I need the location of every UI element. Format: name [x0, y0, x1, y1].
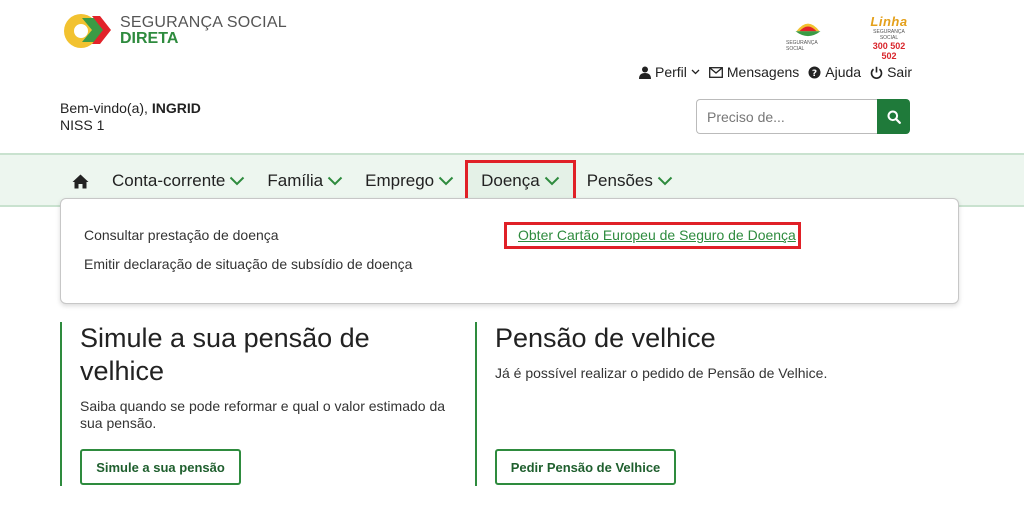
card-text: Já é possível realizar o pedido de Pensã…: [495, 365, 828, 381]
help-link[interactable]: ? Ajuda: [808, 64, 861, 80]
logo-title: SEGURANÇA SOCIAL: [120, 14, 287, 31]
niss-number: NISS 1: [60, 117, 105, 133]
linha-seguranca-social: Linha SEGURANÇA SOCIAL 300 502 502: [864, 14, 914, 61]
nav-label: Família: [267, 171, 324, 190]
nav-item-doenca[interactable]: Doença: [465, 160, 576, 202]
svg-text:?: ?: [812, 69, 817, 79]
chevron-down-icon: [657, 176, 673, 186]
help-icon: ?: [808, 66, 821, 79]
user-icon: [638, 66, 651, 79]
emblem-icon: [795, 23, 821, 37]
nav-label: Pensões: [586, 171, 653, 190]
messages-link[interactable]: Mensagens: [708, 64, 800, 80]
logout-label: Sair: [887, 64, 912, 80]
user-menu: Perfil Mensagens ? Ajuda Sair: [638, 64, 912, 80]
user-name: INGRID: [151, 100, 201, 116]
link-emitir-declaracao-subsidio[interactable]: Emitir declaração de situação de subsídi…: [84, 256, 412, 272]
logo-subtitle: DIRETA: [120, 30, 179, 47]
main-nav: Conta-corrente Família Emprego Doença Pe…: [62, 160, 684, 202]
nav-label: Emprego: [365, 171, 435, 190]
pedir-pensao-velhice-button[interactable]: Pedir Pensão de Velhice: [495, 449, 676, 485]
logo-icon: [60, 10, 112, 52]
profile-label: Perfil: [654, 64, 687, 80]
nav-item-familia[interactable]: Família: [256, 161, 354, 201]
card-text: Saiba quando se pode reformar e qual o v…: [80, 398, 446, 431]
home-icon: [72, 174, 89, 188]
chevron-down-icon: [438, 176, 454, 186]
nav-item-conta-corrente[interactable]: Conta-corrente: [101, 161, 256, 201]
nav-home[interactable]: [62, 161, 101, 201]
card-title: Pensão de velhice: [495, 323, 716, 353]
search-input[interactable]: [696, 99, 877, 134]
chevron-down-icon: [691, 69, 700, 75]
site-logo[interactable]: SEGURANÇA SOCIAL DIRETA: [60, 10, 287, 52]
seguranca-social-emblem: SEGURANÇA SOCIAL: [786, 14, 830, 52]
search-button[interactable]: [877, 99, 910, 134]
linha-phone-number: 300 502 502: [872, 41, 906, 61]
doenca-dropdown-menu: [60, 198, 959, 304]
nav-label: Conta-corrente: [112, 171, 226, 190]
emblem-caption: SEGURANÇA SOCIAL: [786, 40, 818, 52]
nav-item-emprego[interactable]: Emprego: [354, 161, 465, 201]
profile-menu[interactable]: Perfil: [638, 64, 700, 80]
chevron-down-icon: [327, 176, 343, 186]
link-consultar-prestacao-doenca[interactable]: Consultar prestação de doença: [84, 227, 279, 243]
link-cartao-europeu-seguro-doenca[interactable]: Obter Cartão Europeu de Seguro de Doença: [518, 227, 796, 243]
welcome-block: Bem-vindo(a), INGRID NISS 1: [60, 100, 201, 134]
simule-pensao-button[interactable]: Simule a sua pensão: [80, 449, 241, 485]
power-icon: [870, 66, 883, 79]
linha-word: Linha: [870, 14, 908, 29]
help-label: Ajuda: [825, 64, 862, 80]
welcome-greeting: Bem-vindo(a),: [60, 100, 148, 116]
nav-label: Doença: [481, 171, 540, 190]
messages-label: Mensagens: [726, 64, 800, 80]
search-icon: [887, 110, 901, 124]
search-box: [696, 99, 910, 134]
card-title: Simule a sua pensão de velhice: [80, 323, 370, 386]
chevron-down-icon: [544, 176, 559, 186]
nav-item-pensoes[interactable]: Pensões: [576, 161, 684, 201]
envelope-icon: [708, 66, 723, 78]
linha-caption: SEGURANÇA SOCIAL: [873, 29, 905, 41]
chevron-down-icon: [230, 176, 245, 186]
logout-link[interactable]: Sair: [870, 64, 912, 80]
